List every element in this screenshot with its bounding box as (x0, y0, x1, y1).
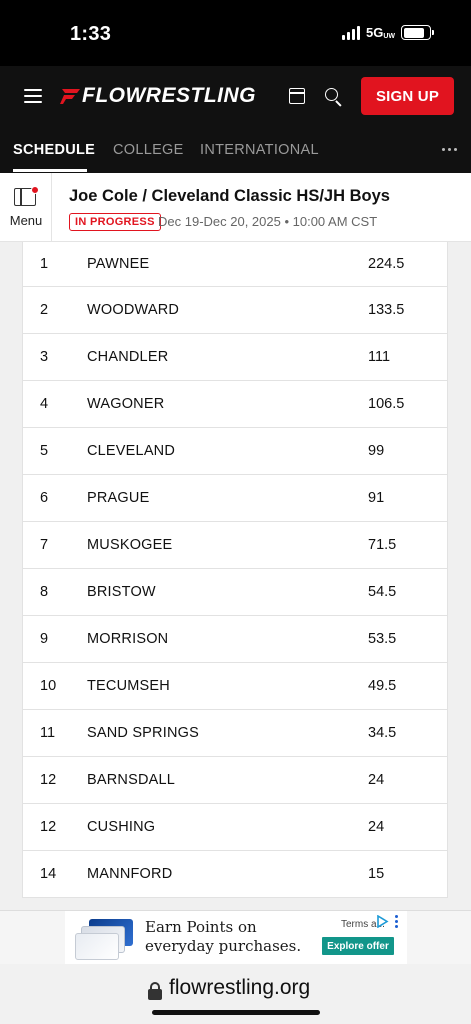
score-cell: 49.5 (368, 678, 397, 694)
ad-area: Earn Points on everyday purchases. Terms… (0, 910, 471, 965)
section-nav: SCHEDULE COLLEGE INTERNATIONAL (0, 130, 471, 173)
event-header: Menu Joe Cole / Cleveland Classic HS/JH … (0, 173, 471, 242)
rank-cell: 10 (40, 678, 57, 694)
cellular-signal-icon (341, 25, 360, 40)
battery-icon (401, 25, 434, 40)
score-cell: 24 (368, 819, 385, 835)
table-row[interactable]: 14 MANNFORD 15 (22, 851, 448, 898)
team-name-cell: CLEVELAND (87, 443, 176, 459)
score-cell: 15 (368, 866, 385, 882)
score-cell: 34.5 (368, 725, 397, 741)
table-row[interactable]: 12 CUSHING 24 (22, 804, 448, 851)
status-time: 1:33 (70, 23, 112, 45)
calendar-icon[interactable] (289, 88, 305, 104)
event-menu-button[interactable]: Menu (0, 173, 52, 242)
adchoices-icon[interactable] (376, 915, 389, 928)
active-tab-indicator (13, 169, 87, 172)
rank-cell: 5 (40, 443, 49, 459)
rank-cell: 8 (40, 584, 49, 600)
more-options-icon[interactable] (442, 148, 457, 151)
team-name-cell: SAND SPRINGS (87, 725, 199, 741)
team-name-cell: PAWNEE (87, 256, 150, 272)
rank-cell: 6 (40, 490, 49, 506)
logo-text: FLOWRESTLING (82, 84, 256, 107)
team-name-cell: BARNSDALL (87, 772, 176, 788)
event-date-time: Dec 19-Dec 20, 2025 • 10:00 AM CST (158, 214, 378, 229)
team-name-cell: PRAGUE (87, 490, 150, 506)
score-cell: 53.5 (368, 631, 397, 647)
table-row[interactable]: 4 WAGONER 106.5 (22, 381, 448, 428)
table-row[interactable]: 11 SAND SPRINGS 34.5 (22, 710, 448, 757)
table-row[interactable]: 9 MORRISON 53.5 (22, 616, 448, 663)
table-row[interactable]: 1 PAWNEE 224.5 (22, 242, 448, 287)
status-badge: IN PROGRESS (69, 213, 161, 231)
team-name-cell: MUSKOGEE (87, 537, 173, 553)
rank-cell: 4 (40, 396, 49, 412)
credit-cards-image (75, 919, 137, 960)
sign-up-button[interactable]: SIGN UP (361, 77, 454, 115)
tab-international[interactable]: INTERNATIONAL (200, 142, 319, 158)
explore-offer-button[interactable]: Explore offer (322, 937, 394, 955)
status-indicators: 5GUW (341, 25, 434, 40)
table-row[interactable]: 10 TECUMSEH 49.5 (22, 663, 448, 710)
menu-label: Menu (9, 213, 43, 228)
hamburger-menu-icon[interactable] (24, 89, 42, 103)
team-name-cell: CUSHING (87, 819, 156, 835)
home-indicator[interactable] (152, 1010, 320, 1015)
team-name-cell: MANNFORD (87, 866, 173, 882)
rank-cell: 12 (40, 772, 57, 788)
rank-cell: 12 (40, 819, 57, 835)
team-name-cell: MORRISON (87, 631, 169, 647)
notification-dot (31, 186, 39, 194)
standings-list: 1 PAWNEE 224.5 2 WOODWARD 133.5 3 CHANDLER 111 4 W… (22, 242, 448, 898)
table-row[interactable]: 3 CHANDLER 111 (22, 334, 448, 381)
score-cell: 99 (368, 443, 385, 459)
ad-banner[interactable]: Earn Points on everyday purchases. Terms… (65, 911, 407, 965)
rank-cell: 3 (40, 349, 49, 365)
browser-url-bar[interactable]: flowrestling.org (0, 964, 471, 1024)
score-cell: 91 (368, 490, 385, 506)
network-type: 5GUW (365, 25, 395, 40)
table-row[interactable]: 5 CLEVELAND 99 (22, 428, 448, 475)
team-standings[interactable]: 1 PAWNEE 224.5 2 WOODWARD 133.5 3 CHANDLER 111 4 W… (0, 242, 471, 910)
score-cell: 54.5 (368, 584, 397, 600)
team-name-cell: TECUMSEH (87, 678, 170, 694)
team-name-cell: WAGONER (87, 396, 165, 412)
rank-cell: 7 (40, 537, 49, 553)
tab-college[interactable]: COLLEGE (113, 142, 184, 158)
rank-cell: 2 (40, 302, 49, 318)
score-cell: 24 (368, 772, 385, 788)
score-cell: 106.5 (368, 396, 405, 412)
lock-icon (148, 982, 162, 1000)
rank-cell: 14 (40, 866, 57, 882)
team-name-cell: WOODWARD (87, 302, 180, 318)
flo-logo-mark-icon (60, 89, 80, 104)
table-row[interactable]: 7 MUSKOGEE 71.5 (22, 522, 448, 569)
status-bar: 1:33 5GUW (0, 0, 471, 66)
ad-options-icon[interactable] (395, 915, 398, 928)
rank-cell: 9 (40, 631, 49, 647)
table-row[interactable]: 8 BRISTOW 54.5 (22, 569, 448, 616)
rank-cell: 11 (40, 725, 56, 741)
table-row[interactable]: 6 PRAGUE 91 (22, 475, 448, 522)
rank-cell: 1 (40, 256, 49, 272)
team-name-cell: BRISTOW (87, 584, 156, 600)
url-text[interactable]: flowrestling.org (169, 976, 310, 1000)
table-row[interactable]: 2 WOODWARD 133.5 (22, 287, 448, 334)
table-row[interactable]: 12 BARNSDALL 24 (22, 757, 448, 804)
score-cell: 224.5 (368, 256, 405, 272)
search-icon[interactable] (325, 88, 343, 107)
tab-schedule[interactable]: SCHEDULE (13, 142, 95, 158)
score-cell: 71.5 (368, 537, 397, 553)
score-cell: 111 (368, 349, 391, 365)
top-app-bar: FLOWRESTLING SIGN UP (0, 66, 471, 130)
event-title: Joe Cole / Cleveland Classic HS/JH Boys (69, 187, 390, 205)
ad-headline: Earn Points on everyday purchases. (145, 918, 302, 955)
score-cell: 133.5 (368, 302, 405, 318)
flowrestling-logo[interactable]: FLOWRESTLING (60, 83, 256, 109)
team-name-cell: CHANDLER (87, 349, 169, 365)
